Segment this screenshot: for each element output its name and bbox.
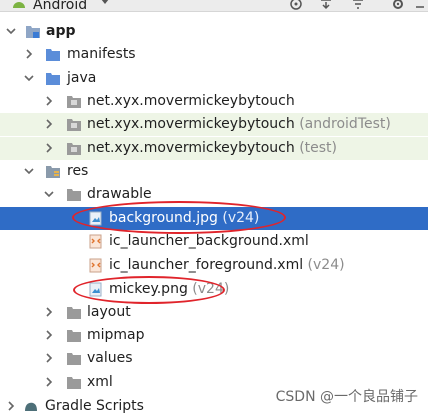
settings-icon[interactable] [390, 0, 406, 11]
tree-label: mipmap [87, 327, 145, 343]
chevron-right-icon[interactable] [43, 306, 55, 318]
chevron-right-icon[interactable] [43, 118, 55, 130]
tree-label: values [87, 350, 133, 366]
folder-icon [67, 377, 81, 389]
tree-node-mipmap[interactable]: mipmap [0, 324, 428, 347]
minimize-icon[interactable] [414, 0, 428, 11]
tree-suffix: (v24) [192, 281, 230, 297]
chevron-down-icon[interactable] [43, 188, 55, 200]
tree-node-package-androidtest[interactable]: net.xyx.movermickeybytouch (androidTest) [0, 113, 428, 136]
tree-node-java[interactable]: java [0, 67, 428, 90]
tree-label: net.xyx.movermickeybytouch (androidTest) [87, 116, 391, 132]
tree-node-background-jpg[interactable]: background.jpg (v24) [0, 207, 428, 230]
chevron-down-icon[interactable] [23, 72, 35, 84]
android-icon [13, 2, 25, 8]
tree-label: Gradle Scripts [45, 398, 144, 414]
tree-label: ic_launcher_foreground.xml (v24) [109, 257, 345, 273]
chevron-right-icon[interactable] [5, 400, 17, 412]
tree-suffix: (test) [299, 140, 338, 156]
image-file-icon [89, 282, 102, 297]
tree-suffix: (v24) [307, 257, 345, 273]
tree-node-package[interactable]: net.xyx.movermickeybytouch [0, 90, 428, 113]
tree-label: xml [87, 374, 113, 390]
tree-node-layout[interactable]: layout [0, 301, 428, 324]
tree-suffix: (v24) [222, 210, 260, 226]
globe-target-icon[interactable] [288, 0, 304, 11]
chevron-right-icon[interactable] [43, 352, 55, 364]
tree-label: net.xyx.movermickeybytouch (test) [87, 140, 338, 156]
collapse-all-icon[interactable] [318, 0, 334, 11]
tree-label: java [67, 70, 97, 86]
tree-node-res[interactable]: res [0, 160, 428, 183]
tree-node-mickey-png[interactable]: mickey.png (v24) [0, 278, 428, 301]
chevron-right-icon[interactable] [43, 376, 55, 388]
folder-icon [67, 189, 81, 201]
tree-label: ic_launcher_background.xml [109, 233, 309, 249]
resource-folder-icon [46, 166, 60, 178]
package-icon [67, 119, 81, 131]
chevron-right-icon[interactable] [43, 329, 55, 341]
tree-label: res [67, 163, 89, 179]
tree-node-drawable[interactable]: drawable [0, 183, 428, 206]
tree-label: app [46, 23, 76, 39]
package-icon [67, 96, 81, 108]
folder-icon [67, 353, 81, 365]
tree-label: drawable [87, 186, 152, 202]
watermark: CSDN @一个良品铺子 [275, 389, 418, 405]
module-folder-icon [26, 26, 40, 38]
tree-node-values[interactable]: values [0, 347, 428, 370]
tree-node-app[interactable]: app [0, 20, 428, 43]
folder-icon [67, 330, 81, 342]
tree-node-ic-launcher-background[interactable]: ic_launcher_background.xml [0, 230, 428, 253]
tree-node-manifests[interactable]: manifests [0, 43, 428, 66]
project-toolbar: Android [0, 0, 428, 13]
tree-label: layout [87, 304, 131, 320]
tree-label: manifests [67, 46, 136, 62]
folder-icon [67, 307, 81, 319]
gradle-elephant-icon [25, 402, 37, 411]
chevron-down-icon[interactable] [23, 165, 35, 177]
tree-label: net.xyx.movermickeybytouch [87, 93, 295, 109]
chevron-right-icon[interactable] [43, 142, 55, 154]
tree-label: background.jpg (v24) [109, 210, 260, 226]
tree-label: mickey.png (v24) [109, 281, 230, 297]
package-icon [67, 143, 81, 155]
chevron-right-icon[interactable] [43, 95, 55, 107]
image-file-icon [89, 211, 102, 226]
chevron-right-icon[interactable] [23, 48, 35, 60]
xml-file-icon [89, 234, 102, 249]
chevron-down-icon[interactable] [5, 25, 17, 37]
tree-node-package-test[interactable]: net.xyx.movermickeybytouch (test) [0, 137, 428, 160]
chevron-down-icon[interactable] [100, 0, 110, 6]
project-view-selector[interactable]: Android [33, 0, 87, 13]
xml-file-icon [89, 258, 102, 273]
source-folder-icon [46, 73, 60, 85]
filter-icon[interactable] [350, 0, 366, 11]
tree-suffix: (androidTest) [299, 116, 391, 132]
tree-node-ic-launcher-foreground[interactable]: ic_launcher_foreground.xml (v24) [0, 254, 428, 277]
folder-icon [46, 49, 60, 61]
